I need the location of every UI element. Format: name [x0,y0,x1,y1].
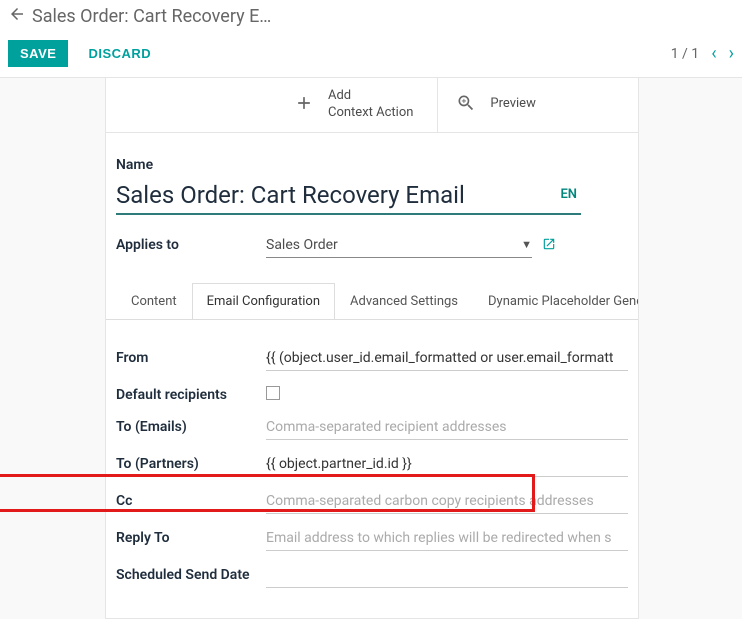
plus-icon [294,93,314,117]
add-context-label: Add Context Action [328,88,413,122]
external-link-icon[interactable] [542,236,556,255]
magnify-plus-icon [456,93,476,117]
add-context-action-button[interactable]: Add Context Action [276,78,437,132]
reply-to-input[interactable] [266,526,628,551]
field-to-partners: To (Partners) [116,446,628,483]
scheduled-send-date-label: Scheduled Send Date [116,563,266,583]
name-input[interactable] [116,179,560,211]
default-recipients-label: Default recipients [116,383,266,403]
applies-to-select[interactable]: Sales Order ▼ [266,233,532,258]
field-to-emails: To (Emails) [116,409,628,446]
to-partners-input[interactable] [266,452,628,477]
save-button[interactable]: SAVE [8,40,68,67]
caret-down-icon: ▼ [521,238,532,251]
to-partners-label: To (Partners) [116,452,266,472]
field-from: From [116,340,628,377]
field-scheduled-send-date: Scheduled Send Date [116,557,628,594]
name-label: Name [116,157,628,173]
form-sheet: Add Context Action Preview Name EN [105,78,639,619]
field-default-recipients: Default recipients [116,377,628,409]
cc-label: Cc [116,489,266,509]
pager: 1 / 1 ‹ › [671,43,734,64]
button-box: Add Context Action Preview [106,78,638,133]
tab-dynamic-placeholder[interactable]: Dynamic Placeholder Generator [473,283,638,320]
field-cc: Cc [116,483,628,520]
tab-email-configuration[interactable]: Email Configuration [192,283,335,320]
to-emails-input[interactable] [266,415,628,440]
pager-next-icon[interactable]: › [729,43,734,64]
pager-text: 1 / 1 [671,46,699,62]
field-reply-to: Reply To [116,520,628,557]
name-row: Name EN [116,157,628,215]
applies-to-value: Sales Order [266,237,521,253]
discard-button[interactable]: DISCARD [76,40,163,67]
breadcrumb-title: Sales Order: Cart Recovery E… [32,6,271,27]
tabs: Content Email Configuration Advanced Set… [106,282,638,320]
tab-content[interactable]: Content [116,283,192,320]
to-emails-label: To (Emails) [116,415,266,435]
tab-advanced-settings[interactable]: Advanced Settings [335,283,473,320]
email-config-fields: From Default recipients To (Emails) To (… [116,320,628,594]
from-input[interactable] [266,346,628,371]
applies-to-row: Applies to Sales Order ▼ [116,233,628,258]
reply-to-label: Reply To [116,526,266,546]
preview-button[interactable]: Preview [437,78,559,132]
cc-input[interactable] [266,489,628,514]
action-bar: SAVE DISCARD 1 / 1 ‹ › [0,32,742,78]
applies-to-label: Applies to [116,237,266,253]
back-arrow-icon[interactable] [8,4,26,28]
name-input-wrap: EN [116,179,581,215]
pager-prev-icon[interactable]: ‹ [711,43,716,64]
scheduled-send-date-input[interactable] [266,563,628,588]
from-label: From [116,346,266,366]
lang-badge[interactable]: EN [560,187,581,202]
form-body: Name EN Applies to Sales Order ▼ Content [106,133,638,618]
preview-label: Preview [490,96,535,113]
default-recipients-checkbox[interactable] [266,386,280,400]
content-area: Add Context Action Preview Name EN [0,78,742,619]
top-bar: Sales Order: Cart Recovery E… [0,0,742,32]
